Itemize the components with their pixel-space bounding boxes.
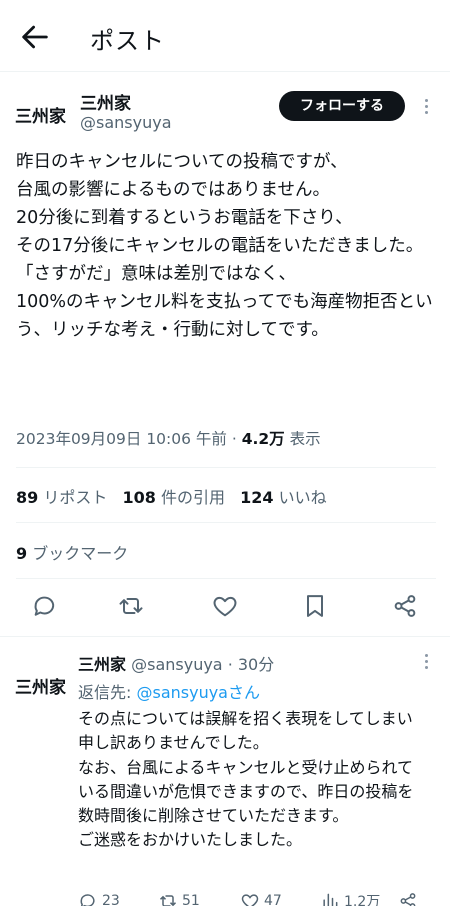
- avatar[interactable]: 三州家: [14, 671, 66, 701]
- reply-reply-button[interactable]: 23: [78, 891, 120, 906]
- post-timestamp[interactable]: 2023年09月09日 10:06 午前: [16, 430, 227, 448]
- page-title: ポスト: [90, 27, 165, 55]
- repost-icon: [119, 598, 143, 614]
- reply-icon: [34, 596, 55, 616]
- follow-button[interactable]: フォローする: [279, 91, 405, 121]
- more-options-icon[interactable]: [419, 96, 433, 120]
- reply-button[interactable]: [31, 592, 59, 620]
- share-icon: [394, 595, 416, 617]
- bookmark-button[interactable]: [301, 592, 329, 620]
- reply-like-button[interactable]: 47: [240, 891, 282, 906]
- reply-to-prefix: 返信先:: [78, 683, 137, 702]
- post-stats: 89 リポスト 108 件の引用 124 いいね: [16, 484, 337, 508]
- divider: [16, 467, 436, 468]
- reply-text: その点については誤解を招く表現をしてしまい申し訳ありませんでした。 なお、台風に…: [78, 709, 414, 850]
- view-label: 表示: [289, 430, 321, 448]
- divider: [16, 522, 436, 523]
- avatar-logo-text: 三州家: [15, 106, 66, 127]
- author-name[interactable]: 三州家: [80, 89, 131, 114]
- share-button[interactable]: [391, 592, 419, 620]
- reply-views-button[interactable]: 1.2万: [320, 891, 380, 906]
- reply-header: 三州家 @sansyuya · 30分: [78, 651, 274, 675]
- like-button[interactable]: [211, 592, 239, 620]
- avatar-logo-text: 三州家: [15, 677, 66, 698]
- reply-to: 返信先: @sansyuyaさん: [78, 679, 260, 703]
- like-stat[interactable]: 124 いいね: [240, 488, 327, 507]
- reply-author-name[interactable]: 三州家: [78, 655, 126, 674]
- arrow-left-icon: [22, 25, 48, 49]
- bar-chart-icon: [323, 893, 338, 906]
- divider: [16, 578, 436, 579]
- heart-icon: [213, 596, 237, 617]
- repost-icon: [159, 895, 177, 906]
- view-count: 4.2万: [241, 430, 285, 448]
- reply-like-count: 47: [264, 893, 282, 906]
- repost-stat[interactable]: 89 リポスト: [16, 488, 107, 507]
- share-icon: [400, 893, 416, 906]
- author-handle[interactable]: @sansyuya: [80, 113, 172, 132]
- reply-to-link[interactable]: @sansyuyaさん: [136, 683, 260, 702]
- reply-icon: [80, 894, 95, 906]
- reply-post[interactable]: 三州家 三州家 @sansyuya · 30分 返信先: @sansyuyaさん…: [0, 636, 450, 906]
- reply-view-count: 1.2万: [344, 894, 381, 906]
- bookmark-icon: [307, 595, 323, 617]
- repost-button[interactable]: [117, 592, 145, 620]
- reply-count: 23: [102, 893, 120, 906]
- top-bar: ポスト: [0, 0, 450, 72]
- reply-repost-count: 51: [182, 893, 200, 906]
- reply-share-button[interactable]: [398, 891, 422, 906]
- quote-stat[interactable]: 108 件の引用: [122, 488, 225, 507]
- more-options-icon[interactable]: [419, 651, 433, 675]
- back-button[interactable]: [18, 20, 52, 54]
- bookmark-stat[interactable]: 9 ブックマーク: [16, 540, 128, 564]
- reply-handle-time[interactable]: @sansyuya · 30分: [131, 655, 274, 674]
- reply-repost-button[interactable]: 51: [158, 891, 200, 906]
- avatar[interactable]: 三州家: [14, 100, 66, 130]
- heart-icon: [241, 894, 259, 906]
- post-text: 昨日のキャンセルについての投稿ですが、 台風の影響によるものではありません。 2…: [16, 152, 433, 340]
- post-meta: 2023年09月09日 10:06 午前 · 4.2万 表示: [16, 430, 321, 448]
